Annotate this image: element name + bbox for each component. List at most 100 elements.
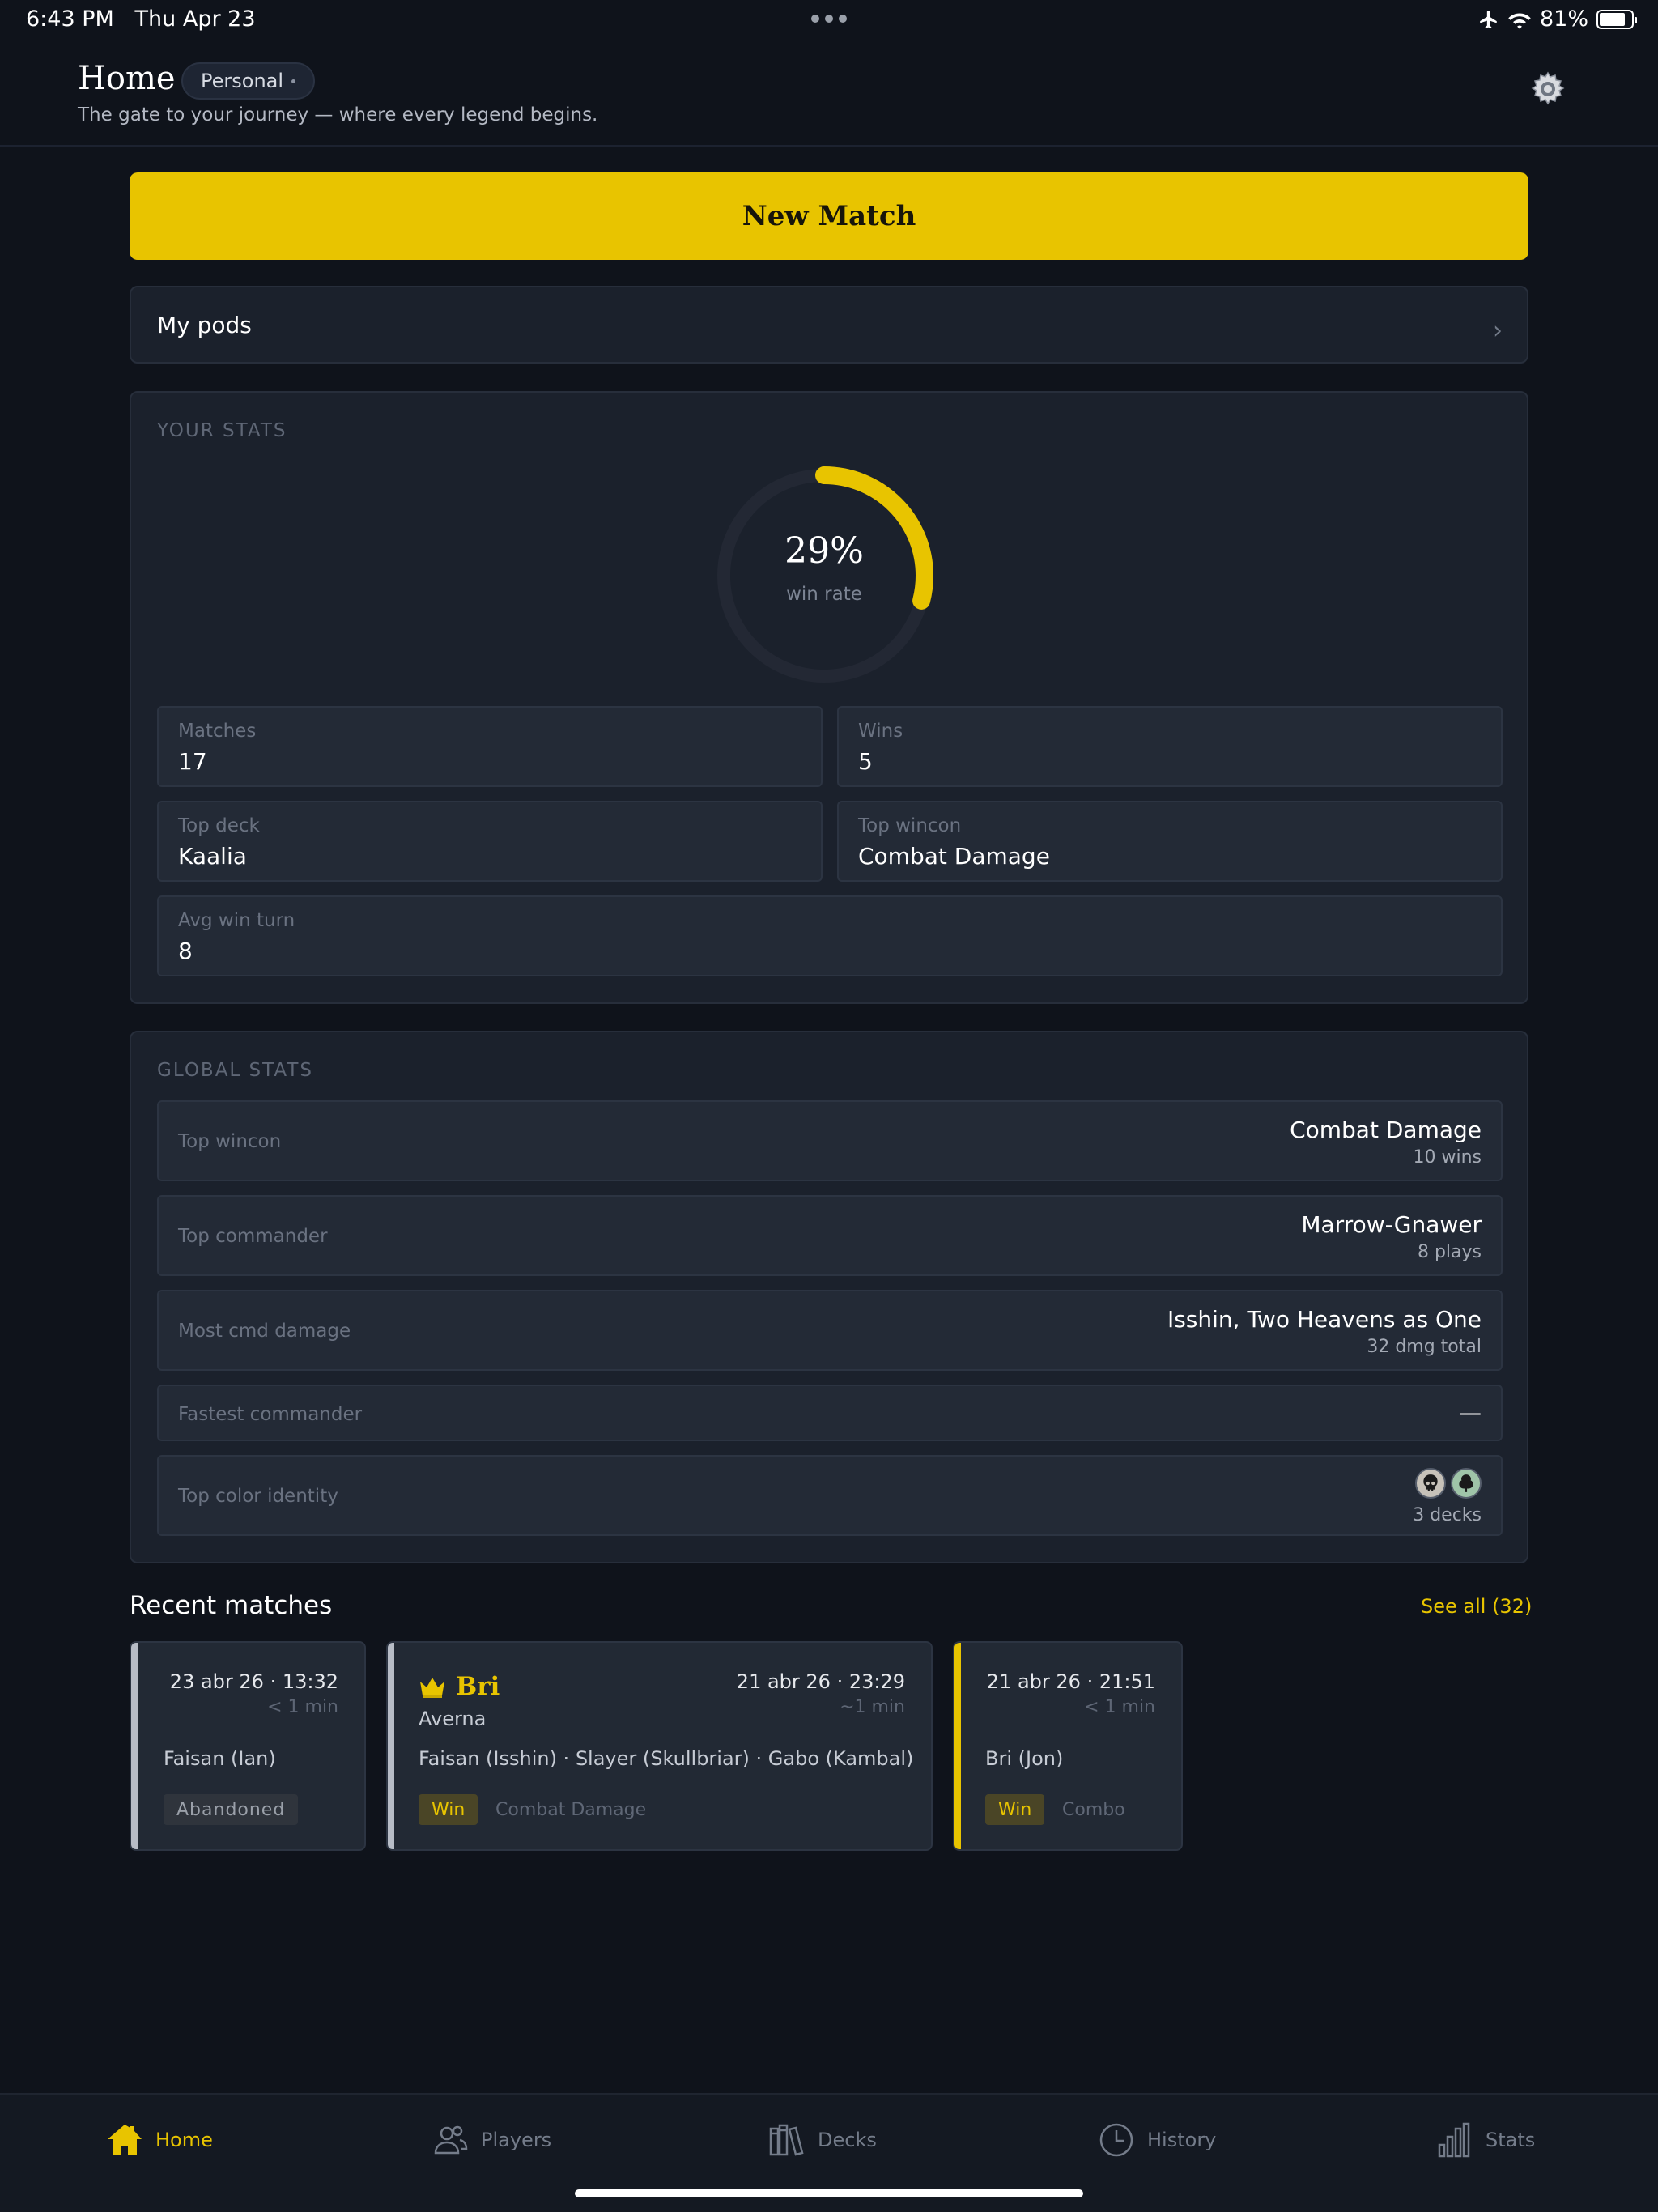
stat-label: Matches <box>178 721 257 742</box>
match-date: 21 abr 26 · 21:51 <box>986 1670 1155 1693</box>
clock-icon <box>1099 2123 1133 2157</box>
match-date: 21 abr 26 · 23:29 <box>736 1670 905 1693</box>
page-title: Home <box>78 60 176 97</box>
global-row-top-wincon: Top wincon Combat Damage 10 wins <box>157 1100 1503 1181</box>
stat-value: 8 <box>178 938 193 964</box>
stat-label: Top wincon <box>858 815 962 836</box>
skull-mana-icon <box>1415 1468 1446 1499</box>
global-row-top-commander: Top commander Marrow-Gnawer 8 plays <box>157 1195 1503 1276</box>
match-card[interactable]: 21 abr 26 · 21:51 < 1 min Bri (Jon) Win … <box>953 1641 1183 1851</box>
tab-label: Stats <box>1486 2129 1536 2151</box>
tab-label: Decks <box>818 2129 877 2151</box>
stat-value: 5 <box>858 748 873 775</box>
global-row-value: Marrow-Gnawer <box>1301 1211 1482 1238</box>
global-row-sub: 3 decks <box>1413 1505 1482 1525</box>
multitasking-dots-icon[interactable] <box>811 15 847 23</box>
my-pods-label: My pods <box>157 312 252 338</box>
match-wincon: Combo <box>1062 1800 1125 1820</box>
tab-label: Players <box>481 2129 552 2151</box>
global-row-label: Top wincon <box>178 1131 282 1152</box>
match-result-badge: Abandoned <box>164 1794 299 1825</box>
page-header: Home Personal The gate to your journey —… <box>0 39 1658 147</box>
winner-deck: Averna <box>419 1708 487 1730</box>
global-stats-label: GLOBAL STATS <box>157 1060 314 1081</box>
new-match-button[interactable]: New Match <box>130 172 1528 260</box>
global-row-label: Top commander <box>178 1226 328 1247</box>
match-wincon: Combat Damage <box>495 1800 647 1820</box>
global-row-sub: 10 wins <box>1413 1147 1482 1168</box>
chevron-right-icon: › <box>1493 317 1503 345</box>
my-pods-row[interactable]: My pods › <box>130 286 1528 364</box>
global-row-label: Top color identity <box>178 1486 338 1507</box>
tab-label: History <box>1147 2129 1217 2151</box>
chevron-down-icon <box>291 79 296 83</box>
house-icon <box>108 2125 142 2155</box>
stat-label: Top deck <box>178 815 260 836</box>
tab-label: Home <box>155 2129 213 2151</box>
stat-wins: Wins 5 <box>837 706 1503 787</box>
your-stats-label: YOUR STATS <box>157 420 287 441</box>
tab-players[interactable]: Players <box>431 2119 551 2161</box>
tab-decks[interactable]: Decks <box>767 2119 877 2161</box>
context-label: Personal <box>201 70 284 92</box>
match-players: Faisan (Ian) <box>164 1747 276 1770</box>
status-time: 6:43 PM Thu Apr 23 <box>26 6 256 32</box>
match-players: Faisan (Isshin) · Slayer (Skullbriar) · … <box>419 1747 914 1770</box>
global-stats-panel: GLOBAL STATS Top wincon Combat Damage 10… <box>130 1031 1528 1563</box>
stat-top-wincon: Top wincon Combat Damage <box>837 801 1503 882</box>
stat-matches: Matches 17 <box>157 706 823 787</box>
global-row-sub: 32 dmg total <box>1367 1337 1482 1357</box>
recent-matches-title: Recent matches <box>130 1591 333 1620</box>
match-status-stripe <box>388 1643 394 1849</box>
global-row-value: Combat Damage <box>1290 1117 1482 1143</box>
match-result-badge: Win <box>419 1794 478 1825</box>
page-subtitle: The gate to your journey — where every l… <box>78 104 598 125</box>
stat-label: Avg win turn <box>178 910 295 931</box>
battery-percent: 81% <box>1539 6 1588 32</box>
match-status-stripe <box>954 1643 961 1849</box>
match-players: Bri (Jon) <box>985 1747 1064 1770</box>
stat-value: Kaalia <box>178 843 247 870</box>
books-icon <box>769 2124 804 2156</box>
tab-stats[interactable]: Stats <box>1435 2119 1535 2161</box>
global-row-label: Fastest commander <box>178 1404 363 1425</box>
global-row-label: Most cmd damage <box>178 1321 351 1342</box>
users-icon <box>434 2125 468 2155</box>
status-bar: 6:43 PM Thu Apr 23 81% <box>0 0 1658 39</box>
stat-value: 17 <box>178 748 207 775</box>
tree-mana-icon <box>1451 1468 1482 1499</box>
tab-history[interactable]: History <box>1097 2119 1216 2161</box>
match-card[interactable]: 23 abr 26 · 13:32 < 1 min Faisan (Ian) A… <box>130 1641 366 1851</box>
global-row-top-color-identity: Top color identity 3 decks <box>157 1455 1503 1536</box>
see-all-link[interactable]: See all (32) <box>1421 1595 1532 1618</box>
global-row-value: Isshin, Two Heavens as One <box>1167 1306 1482 1333</box>
match-result-badge: Win <box>985 1794 1045 1825</box>
match-winner: Bri <box>419 1672 500 1701</box>
home-indicator[interactable] <box>575 2189 1083 2197</box>
gear-icon[interactable] <box>1528 70 1567 108</box>
crown-icon <box>420 1678 444 1698</box>
global-row-most-cmd-damage: Most cmd damage Isshin, Two Heavens as O… <box>157 1290 1503 1371</box>
status-right: 81% <box>1478 6 1637 32</box>
global-row-sub: 8 plays <box>1417 1242 1482 1262</box>
your-stats-panel: YOUR STATS 29% win rate Matches 17 Wins … <box>130 391 1528 1004</box>
stat-label: Wins <box>858 721 903 742</box>
win-rate-ring <box>715 466 933 685</box>
win-rate-value: 29% <box>784 530 864 572</box>
match-duration: < 1 min <box>1084 1697 1155 1717</box>
bar-chart-icon <box>1438 2122 1470 2158</box>
match-date: 23 abr 26 · 13:32 <box>169 1670 338 1693</box>
match-duration: ~1 min <box>840 1697 905 1717</box>
stat-value: Combat Damage <box>858 843 1050 870</box>
stat-top-deck: Top deck Kaalia <box>157 801 823 882</box>
global-row-fastest-commander: Fastest commander — <box>157 1385 1503 1441</box>
context-selector[interactable]: Personal <box>181 62 316 100</box>
airplane-icon <box>1480 10 1497 28</box>
match-card[interactable]: Bri Averna 21 abr 26 · 23:29 ~1 min Fais… <box>386 1641 933 1851</box>
win-rate-caption: win rate <box>786 584 862 605</box>
tab-home[interactable]: Home <box>105 2119 213 2161</box>
winner-name: Bri <box>456 1672 500 1701</box>
match-duration: < 1 min <box>267 1697 338 1717</box>
battery-icon <box>1596 9 1637 29</box>
match-status-stripe <box>131 1643 138 1849</box>
